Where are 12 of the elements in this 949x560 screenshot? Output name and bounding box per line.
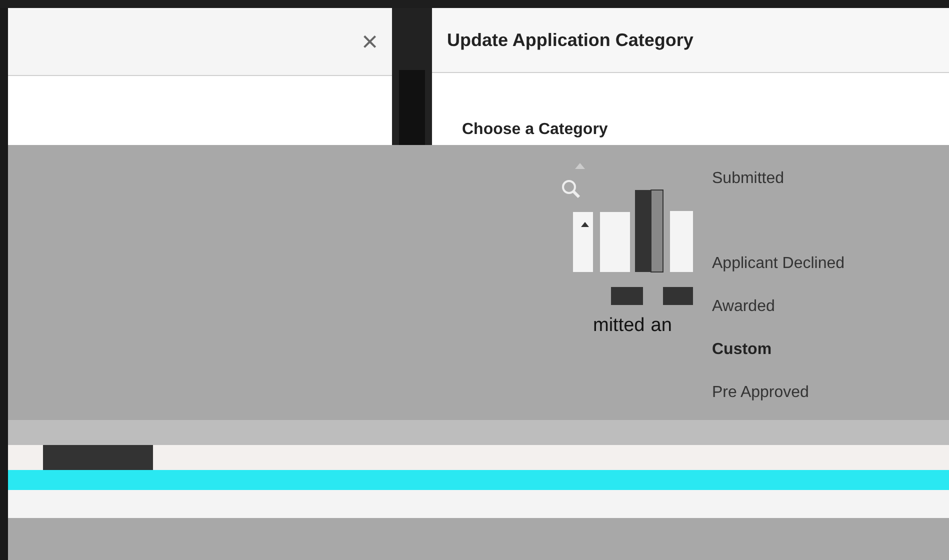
dialog-title: Update Application Category [447, 30, 694, 50]
category-option[interactable]: Submitted [708, 157, 849, 200]
category-option[interactable]: Custom [708, 328, 849, 371]
category-option[interactable]: Pre Approved [708, 371, 849, 414]
caret-up-icon [573, 161, 587, 171]
category-option[interactable]: Applicant Declined [708, 242, 849, 285]
category-option[interactable]: Awarded [708, 285, 849, 328]
category-prompt: Choose a Category [462, 121, 608, 138]
fragment-text: mitted [593, 315, 645, 337]
search-icon[interactable] [561, 179, 581, 199]
fragment-text: an [650, 315, 672, 337]
close-button[interactable]: × [360, 28, 380, 56]
